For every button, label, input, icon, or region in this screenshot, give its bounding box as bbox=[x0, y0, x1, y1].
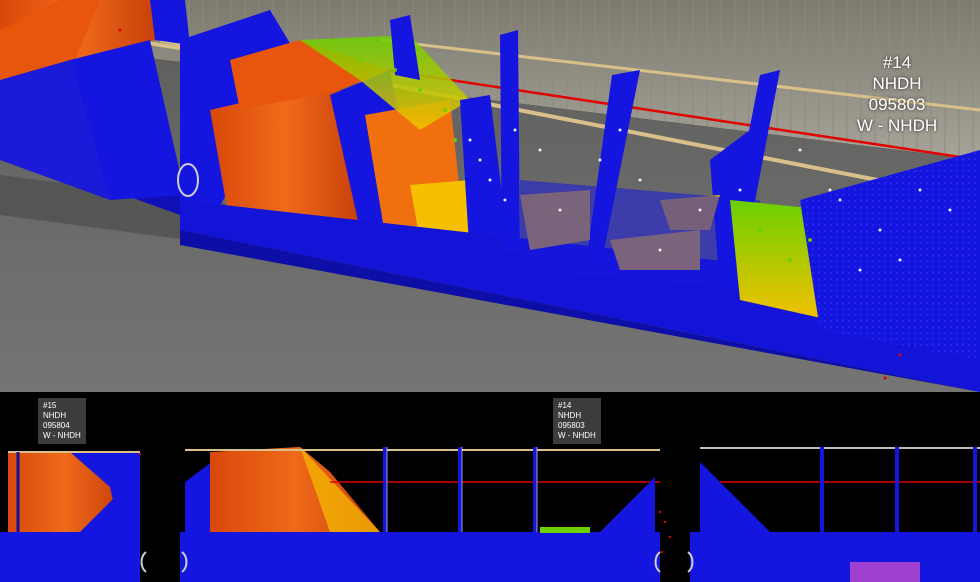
car-number: #14 bbox=[882, 53, 912, 72]
pointcloud-3d-viewport[interactable]: #14 NHDH 095803 W - NHDH bbox=[0, 0, 980, 392]
tag-route: W - NHDH bbox=[43, 431, 81, 440]
tag-reporting-mark: NHDH bbox=[558, 411, 582, 420]
tag-serial: 095803 bbox=[558, 421, 585, 430]
car-label-3d: #14 NHDH 095803 W - NHDH bbox=[842, 52, 952, 136]
side-profile-view[interactable]: #15 NHDH 095804 W - NHDH #14 NHDH 095803… bbox=[0, 392, 980, 582]
tag-reporting-mark: NHDH bbox=[43, 411, 67, 420]
tag-route: W - NHDH bbox=[558, 431, 596, 440]
profile-floor-right bbox=[690, 532, 980, 582]
stake-1 bbox=[500, 30, 520, 255]
car-reporting-mark: NHDH bbox=[872, 74, 922, 93]
profile-floor-left bbox=[0, 532, 140, 582]
tag-number: #15 bbox=[43, 401, 57, 410]
car-serial: 095803 bbox=[868, 95, 926, 114]
pointcloud-scene bbox=[0, 0, 980, 392]
profile-scene bbox=[0, 447, 980, 582]
tag-serial: 095804 bbox=[43, 421, 70, 430]
profile-tag-car-15: #15 NHDH 095804 W - NHDH bbox=[38, 398, 86, 444]
profile-load-small bbox=[540, 527, 590, 533]
profile-tag-car-14: #14 NHDH 095803 W - NHDH bbox=[553, 398, 601, 444]
profile-floor-mid bbox=[180, 532, 660, 582]
car-route: W - NHDH bbox=[856, 116, 938, 135]
tag-number: #14 bbox=[558, 401, 572, 410]
